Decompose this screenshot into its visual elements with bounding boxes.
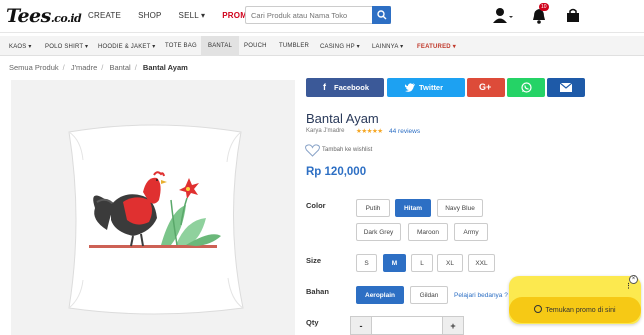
wishlist-link[interactable]: Tambah ke wishlist	[322, 147, 372, 153]
product-image[interactable]	[11, 80, 295, 335]
facebook-label: Facebook	[334, 83, 370, 92]
breadcrumb-separator: /	[134, 63, 137, 72]
bahan-label: Bahan	[306, 287, 329, 296]
bahan-info-link[interactable]: Pelajari bedanya ?	[454, 292, 508, 299]
breadcrumb-category[interactable]: Bantal	[109, 63, 130, 72]
search-button[interactable]	[372, 6, 391, 24]
category-label: CASING HP	[320, 44, 355, 50]
qty-label: Qty	[306, 318, 319, 327]
bahan-option-aeroplain[interactable]: Aeroplain	[356, 286, 404, 304]
nav-create[interactable]: CREATE	[88, 11, 121, 20]
category-hoodie-jaket[interactable]: HOODIE & JAKET ▾	[98, 36, 155, 56]
share-whatsapp-button[interactable]	[507, 78, 545, 97]
size-option-xl[interactable]: XL	[437, 254, 463, 272]
find-promo-button[interactable]: Temukan promo di sini	[509, 297, 641, 323]
main-nav: CREATE SHOP SELL ▾ PROMO	[88, 11, 271, 20]
qty-minus-button[interactable]: -	[350, 316, 372, 335]
breadcrumb-separator: /	[62, 63, 65, 72]
category-tumbler[interactable]: TUMBLER	[279, 36, 309, 56]
heart-icon[interactable]	[305, 144, 320, 157]
shopping-bag-icon[interactable]	[566, 8, 580, 22]
category-bar: KAOS ▾ POLO SHIRT ▾ HOODIE & JAKET ▾ TOT…	[0, 36, 644, 56]
twitter-icon	[405, 83, 415, 92]
email-icon	[560, 83, 572, 92]
find-promo-label: Temukan promo di sini	[545, 307, 616, 314]
nav-sell-label: SELL	[178, 11, 199, 20]
search-icon	[377, 10, 387, 20]
google-plus-icon: G+	[479, 82, 492, 92]
twitter-label: Twitter	[419, 83, 444, 92]
color-option-navy-blue[interactable]: Navy Blue	[437, 199, 483, 217]
breadcrumb: Semua Produk / J'madre / Bantal / Bantal Ay…	[9, 63, 192, 72]
breadcrumb-current: Bantal Ayam	[142, 63, 188, 72]
product-author[interactable]: Karya J'madre	[306, 128, 345, 134]
rating-stars: ★★★★★	[356, 128, 383, 135]
category-featured[interactable]: FEATURED ▾	[417, 36, 456, 56]
color-option-dark-grey[interactable]: Dark Grey	[356, 223, 401, 241]
size-option-m[interactable]: M	[383, 254, 406, 272]
qty-plus-button[interactable]: +	[442, 316, 464, 335]
pillow-illustration	[68, 124, 244, 315]
top-navbar: Tees.co.id CREATE SHOP SELL ▾ PROMO 10	[0, 0, 644, 33]
category-casing-hp[interactable]: CASING HP ▾	[320, 36, 360, 56]
share-twitter-button[interactable]: Twitter	[387, 78, 465, 97]
size-option-xxl[interactable]: XXL	[468, 254, 495, 272]
category-tote-bag[interactable]: TOTE BAG	[165, 36, 197, 56]
category-label: TUMBLER	[279, 43, 310, 49]
category-label: KAOS	[9, 44, 27, 50]
size-option-s[interactable]: S	[356, 254, 377, 272]
category-lainnya[interactable]: LAINNYA ▾	[372, 36, 403, 56]
category-label: BANTAL	[208, 43, 233, 49]
tees-logo[interactable]: Tees.co.id	[6, 5, 82, 27]
category-label: POUCH	[244, 43, 267, 49]
breadcrumb-separator: /	[101, 63, 104, 72]
color-option-hitam[interactable]: Hitam	[395, 199, 431, 217]
bahan-option-gildan[interactable]: Gildan	[410, 286, 448, 304]
category-pouch[interactable]: POUCH	[244, 36, 267, 56]
logo-main: Tees	[6, 5, 51, 27]
color-option-army[interactable]: Army	[454, 223, 488, 241]
color-label: Color	[306, 201, 326, 210]
category-bantal[interactable]: BANTAL	[201, 36, 240, 56]
category-label: LAINNYA	[372, 44, 399, 50]
product-title: Bantal Ayam	[306, 111, 379, 126]
facebook-icon: f	[323, 82, 326, 92]
search-input[interactable]	[245, 6, 391, 24]
color-option-putih[interactable]: Putih	[356, 199, 390, 217]
nav-shop[interactable]: SHOP	[138, 11, 161, 20]
user-icon[interactable]	[493, 7, 513, 23]
category-label: HOODIE & JAKET	[98, 44, 151, 50]
category-kaos[interactable]: KAOS ▾	[9, 36, 32, 56]
category-label: FEATURED	[417, 44, 451, 50]
category-label: TOTE BAG	[165, 43, 197, 49]
category-label: POLO SHIRT	[45, 44, 84, 50]
product-price: Rp 120,000	[306, 166, 367, 178]
breadcrumb-store[interactable]: J'madre	[71, 63, 97, 72]
color-option-maroon[interactable]: Maroon	[408, 223, 448, 241]
more-options-icon[interactable]: ⋮	[625, 282, 632, 290]
breadcrumb-home[interactable]: Semua Produk	[9, 63, 59, 72]
nav-sell[interactable]: SELL ▾	[179, 11, 206, 20]
share-facebook-button[interactable]: f Facebook	[306, 78, 384, 97]
size-option-l[interactable]: L	[411, 254, 433, 272]
notification-badge: 10	[539, 3, 549, 11]
reviews-link[interactable]: 44 reviews	[389, 128, 420, 135]
share-email-button[interactable]	[547, 78, 585, 97]
category-polo-shirt[interactable]: POLO SHIRT ▾	[45, 36, 88, 56]
size-label: Size	[306, 256, 322, 265]
chat-icon	[534, 305, 543, 313]
logo-suffix: .co.id	[50, 12, 82, 25]
share-google-button[interactable]: G+	[467, 78, 505, 97]
whatsapp-icon	[521, 82, 532, 93]
